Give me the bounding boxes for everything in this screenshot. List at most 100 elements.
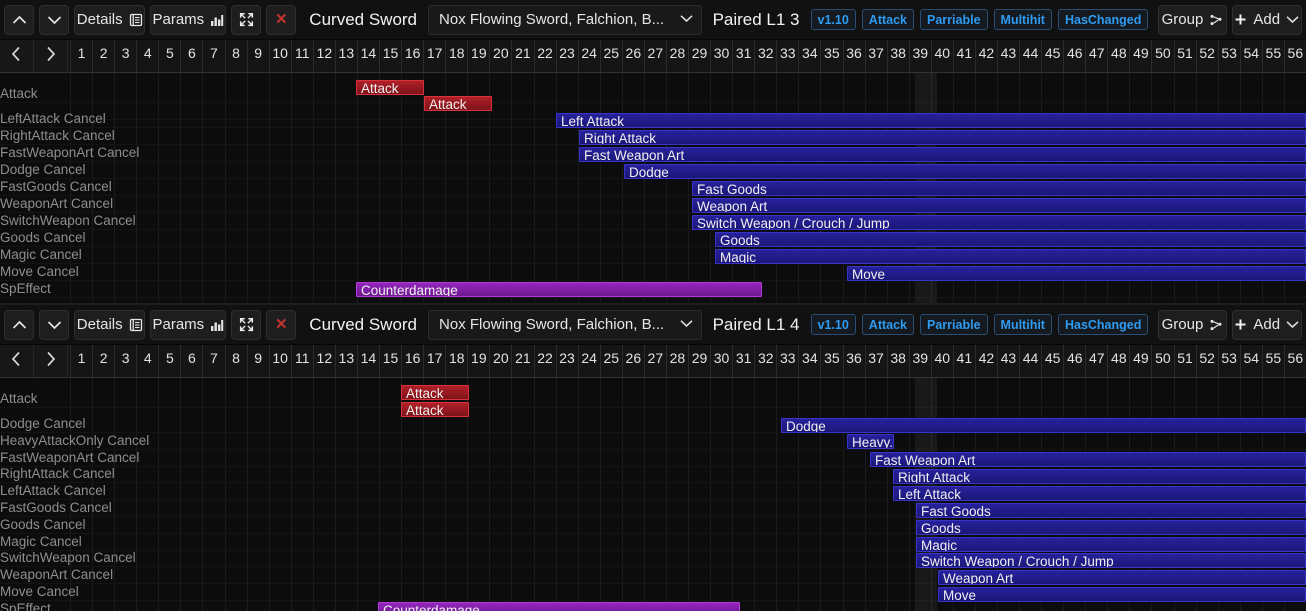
tag-multihit[interactable]: Multihit <box>993 9 1052 30</box>
move-up-button[interactable] <box>4 4 34 35</box>
ruler-tick[interactable]: 8 <box>224 345 247 377</box>
ruler-tick[interactable]: 29 <box>688 40 710 72</box>
ruler-tick[interactable]: 49 <box>1129 40 1151 72</box>
ruler-tick[interactable]: 7 <box>202 345 224 377</box>
collapse-button[interactable] <box>231 4 262 35</box>
ruler-tick[interactable]: 51 <box>1173 40 1196 72</box>
timeline-event-bar[interactable]: Goods <box>715 232 1306 247</box>
ruler-tick[interactable]: 49 <box>1129 345 1151 377</box>
timeline-event-bar[interactable]: Weapon Art <box>938 570 1306 585</box>
details-button[interactable]: Details <box>74 4 146 35</box>
ruler-tick[interactable]: 18 <box>445 40 467 72</box>
ruler-tick[interactable]: 38 <box>886 345 909 377</box>
move-up-button[interactable] <box>4 309 34 340</box>
timeline-event-bar[interactable]: Dodge <box>781 418 1306 433</box>
group-button[interactable]: Group <box>1158 309 1227 340</box>
tag-parriable[interactable]: Parriable <box>920 9 988 30</box>
ruler-tick[interactable]: 28 <box>665 40 688 72</box>
ruler-tick[interactable]: 9 <box>246 40 269 72</box>
ruler-tick[interactable]: 8 <box>224 40 247 72</box>
timeline-ruler[interactable]: 1 2 3 4 5 6 7 8 9 10 11 12 13 14 15 16 17 18 19 20 21 22 23 24 2… <box>0 40 1306 73</box>
timeline-event-bar[interactable]: Magic <box>715 249 1306 264</box>
ruler-tick[interactable]: 29 <box>688 345 710 377</box>
add-button[interactable]: Add <box>1231 309 1302 340</box>
ruler-tick[interactable]: 2 <box>92 40 114 72</box>
ruler-tick[interactable]: 45 <box>1041 345 1063 377</box>
params-button[interactable]: Params <box>150 309 227 340</box>
ruler-tick[interactable]: 45 <box>1041 40 1063 72</box>
timeline-event-bar[interactable]: Fast Weapon Art <box>579 147 1306 162</box>
ruler-tick[interactable]: 30 <box>710 40 732 72</box>
ruler-tick[interactable]: 37 <box>864 345 887 377</box>
ruler-tick[interactable]: 56 <box>1283 345 1306 377</box>
ruler-tick[interactable]: 9 <box>246 345 269 377</box>
ruler-tick[interactable]: 50 <box>1151 40 1173 72</box>
ruler-tick[interactable]: 1 <box>70 345 92 377</box>
timeline-event-bar[interactable]: Dodge <box>624 164 1306 179</box>
ruler-tick[interactable]: 10 <box>268 40 291 72</box>
ruler-tick[interactable]: 6 <box>180 40 202 72</box>
ruler-tick[interactable]: 43 <box>996 345 1019 377</box>
tag-attack[interactable]: Attack <box>861 9 915 30</box>
ruler-tick[interactable]: 13 <box>334 345 357 377</box>
tag-parriable[interactable]: Parriable <box>920 314 988 335</box>
weapon-select[interactable]: Nox Flowing Sword, Falchion, B... <box>428 4 702 35</box>
ruler-tick[interactable]: 7 <box>202 40 224 72</box>
ruler-tick[interactable]: 40 <box>930 345 953 377</box>
ruler-tick[interactable]: 17 <box>423 40 445 72</box>
close-button[interactable]: × <box>266 309 297 340</box>
ruler-tick[interactable]: 5 <box>158 345 180 377</box>
ruler-tick[interactable]: 33 <box>776 345 798 377</box>
tag-v1-10[interactable]: v1.10 <box>810 314 856 335</box>
ruler-tick[interactable]: 41 <box>952 40 975 72</box>
ruler-tick[interactable]: 19 <box>467 40 489 72</box>
ruler-tick[interactable]: 52 <box>1195 40 1218 72</box>
timeline-event-bar[interactable]: Left Attack <box>893 486 1306 501</box>
timeline-event-bar[interactable]: Goods <box>916 520 1306 535</box>
ruler-tick[interactable]: 33 <box>776 40 798 72</box>
ruler-tick[interactable]: 53 <box>1217 40 1240 72</box>
ruler-tick[interactable]: 31 <box>732 40 754 72</box>
next-frame-button[interactable] <box>34 40 68 72</box>
ruler-tick[interactable]: 27 <box>643 40 666 72</box>
timeline-event-bar[interactable]: Counterdamage <box>356 282 762 297</box>
ruler-tick[interactable]: 30 <box>710 345 732 377</box>
tag-haschanged[interactable]: HasChanged <box>1057 9 1149 30</box>
ruler-tick[interactable]: 51 <box>1173 345 1196 377</box>
timeline-event-bar[interactable]: Switch Weapon / Crouch / Jump <box>692 215 1306 230</box>
move-down-button[interactable] <box>39 4 69 35</box>
timeline-event-bar[interactable]: Fast Goods <box>692 181 1306 196</box>
timeline-event-bar[interactable]: Move <box>938 587 1306 602</box>
details-button[interactable]: Details <box>74 309 146 340</box>
ruler-tick[interactable]: 23 <box>555 345 578 377</box>
ruler-tick[interactable]: 56 <box>1283 40 1306 72</box>
move-down-button[interactable] <box>39 309 69 340</box>
ruler-tick[interactable]: 50 <box>1151 345 1173 377</box>
ruler-tick[interactable]: 28 <box>665 345 688 377</box>
ruler-tick[interactable]: 43 <box>996 40 1019 72</box>
ruler-tick[interactable]: 23 <box>555 40 578 72</box>
timeline-event-bar[interactable]: Attack <box>401 402 469 417</box>
ruler-tick[interactable]: 47 <box>1085 40 1107 72</box>
ruler-tick[interactable]: 37 <box>864 40 887 72</box>
ruler-tick[interactable]: 12 <box>312 345 335 377</box>
ruler-tick[interactable]: 2 <box>92 345 114 377</box>
ruler-tick[interactable]: 11 <box>290 40 313 72</box>
ruler-tick[interactable]: 25 <box>599 40 622 72</box>
tag-v1-10[interactable]: v1.10 <box>810 9 856 30</box>
ruler-tick[interactable]: 6 <box>180 345 202 377</box>
ruler-tick[interactable]: 21 <box>511 345 533 377</box>
ruler-tick[interactable]: 35 <box>820 345 842 377</box>
tag-attack[interactable]: Attack <box>861 314 915 335</box>
ruler-tick[interactable]: 24 <box>577 40 600 72</box>
ruler-tick[interactable]: 13 <box>334 40 357 72</box>
ruler-tick[interactable]: 31 <box>732 345 754 377</box>
ruler-tick[interactable]: 18 <box>445 345 467 377</box>
ruler-tick[interactable]: 55 <box>1261 40 1284 72</box>
ruler-tick[interactable]: 17 <box>423 345 445 377</box>
ruler-tick[interactable]: 32 <box>754 345 776 377</box>
ruler-tick[interactable]: 16 <box>401 40 423 72</box>
ruler-tick[interactable]: 46 <box>1063 345 1085 377</box>
ruler-tick[interactable]: 3 <box>114 40 136 72</box>
ruler-tick[interactable]: 22 <box>533 345 556 377</box>
